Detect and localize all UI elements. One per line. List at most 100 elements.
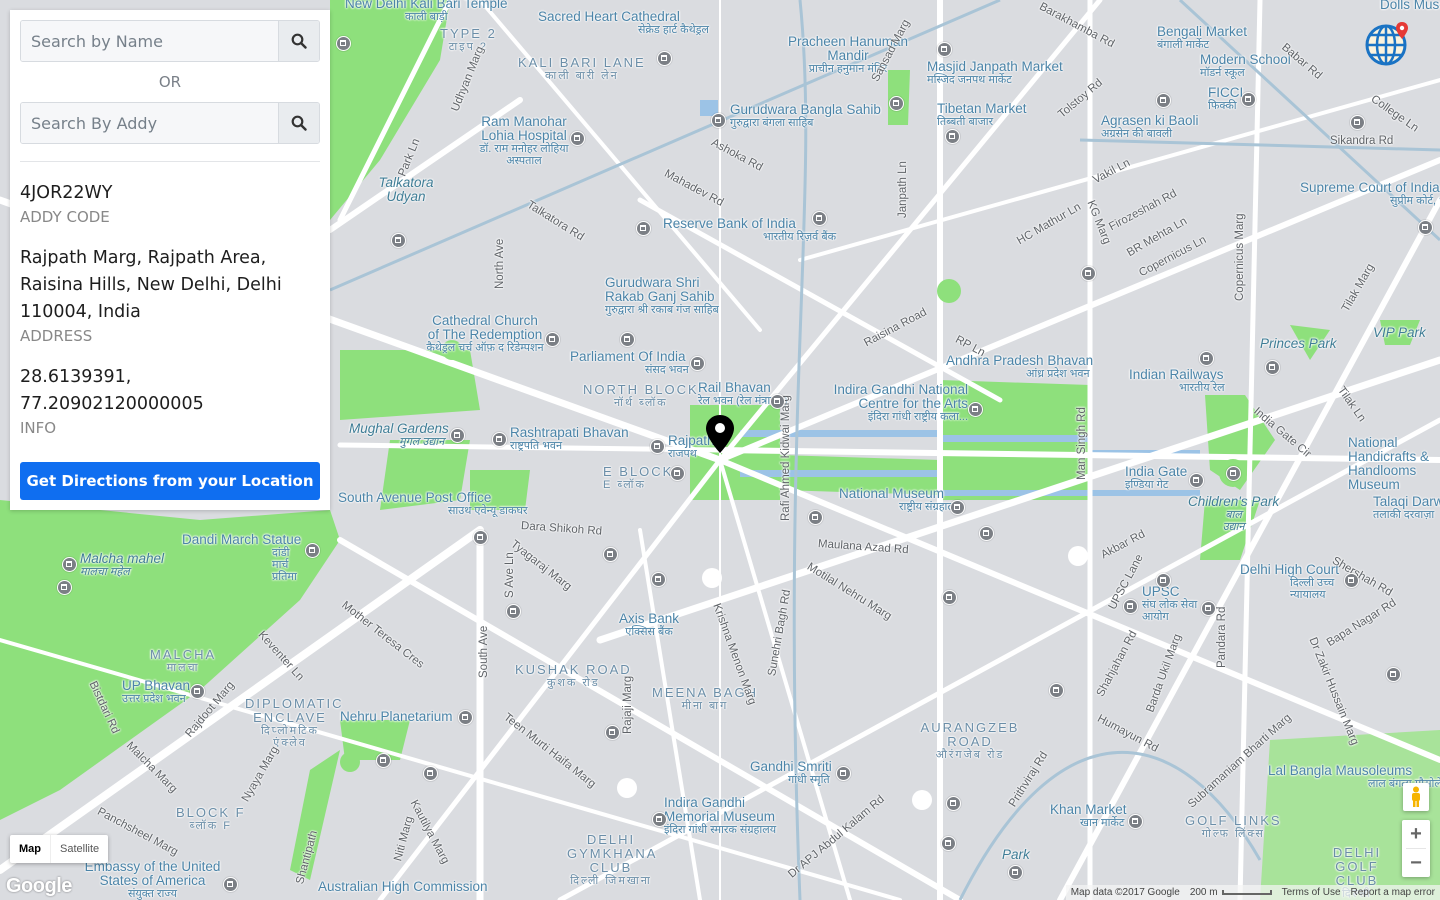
shopping-poi-icon[interactable]	[1201, 601, 1216, 616]
museum-poi-icon[interactable]	[941, 836, 956, 851]
museum-poi-icon[interactable]	[1241, 92, 1256, 107]
museum-poi-icon[interactable]	[1081, 266, 1096, 281]
report-map-error-link[interactable]: Report a map error	[1345, 885, 1440, 900]
museum-poi-icon[interactable]	[1344, 573, 1359, 588]
church-poi-icon[interactable]	[545, 332, 560, 347]
terms-of-use-link[interactable]: Terms of Use	[1276, 885, 1346, 900]
search-icon	[291, 33, 307, 49]
map-type-map-button[interactable]: Map	[10, 835, 50, 863]
location-pin-icon[interactable]	[705, 414, 735, 454]
museum-poi-icon[interactable]	[492, 432, 507, 447]
gurudwara-poi-icon[interactable]	[711, 113, 726, 128]
map-label: Bengali Market बंगाली मार्केट	[1157, 24, 1248, 52]
map-label: Dandi March Statue दांडी मार्च प्रतिमा	[182, 532, 302, 584]
road-label: Rajaji Marg	[622, 675, 634, 734]
landmark-poi-icon[interactable]	[650, 439, 665, 454]
search-by-addy-input[interactable]	[21, 103, 278, 143]
post-office-poi-icon[interactable]	[473, 530, 488, 545]
map-label: India Gate इण्डिया गेट	[1125, 464, 1188, 492]
shopping-poi-icon[interactable]	[945, 129, 960, 144]
landmark-poi-icon[interactable]	[636, 221, 651, 236]
globe-pin-icon[interactable]	[1364, 20, 1414, 68]
temple-poi-icon[interactable]	[336, 36, 351, 51]
museum-poi-icon[interactable]	[376, 753, 391, 768]
address-value: Rajpath Marg, Rajpath Area, Raisina Hill…	[20, 248, 282, 322]
museum-poi-icon[interactable]	[190, 684, 205, 699]
road-label: Janpath Ln	[897, 161, 909, 218]
map-type-satellite-button[interactable]: Satellite	[50, 835, 108, 863]
museum-poi-icon[interactable]	[1156, 93, 1171, 108]
park-poi-icon[interactable]	[1008, 865, 1023, 880]
road-label: Pandara Rd	[1216, 606, 1228, 668]
landmark-poi-icon[interactable]	[506, 604, 521, 619]
museum-poi-icon[interactable]	[423, 766, 438, 781]
map-label: Australian High Commission	[318, 879, 488, 894]
hotel-poi-icon[interactable]	[1049, 683, 1064, 698]
zoom-out-button[interactable]: −	[1402, 849, 1430, 877]
gurudwara-poi-icon[interactable]	[620, 332, 635, 347]
get-directions-button[interactable]: Get Directions from your Location	[20, 462, 320, 500]
map-label: Dolls Museum	[1380, 0, 1440, 12]
search-by-name-button[interactable]	[278, 21, 319, 61]
map-label: New Delhi Kali Bari Temple काली बाड़ी	[345, 0, 508, 23]
road-label: Rafi Ahmed Kidwai Marg	[780, 395, 792, 521]
monument-poi-icon[interactable]	[1189, 473, 1204, 488]
hospital-poi-icon[interactable]	[605, 725, 620, 740]
museum-poi-icon[interactable]	[1123, 599, 1138, 614]
landmark-poi-icon[interactable]	[1418, 220, 1433, 235]
museum-poi-icon[interactable]	[836, 766, 851, 781]
road-label: North Ave	[494, 238, 506, 289]
map-label: Sacred Heart Cathedral सेक्रेड हार्ट कैथे…	[538, 9, 709, 37]
search-by-name-input[interactable]	[21, 21, 278, 61]
gurudwara-poi-icon[interactable]	[889, 96, 904, 111]
map-label: Malcha mahel मालचा महेल	[80, 551, 165, 579]
museum-poi-icon[interactable]	[651, 572, 666, 587]
parliament-poi-icon[interactable]	[690, 356, 705, 371]
museum-poi-icon[interactable]	[946, 796, 961, 811]
map-label: Cathedral Church of The Redemption कैथेड्…	[426, 313, 544, 355]
map-type-control: Map Satellite	[10, 835, 109, 863]
planetarium-poi-icon[interactable]	[458, 710, 473, 725]
museum-poi-icon[interactable]	[652, 812, 667, 827]
church-poi-icon[interactable]	[657, 51, 672, 66]
bank-poi-icon[interactable]	[812, 211, 827, 226]
museum-poi-icon[interactable]	[57, 580, 72, 595]
scale-indicator[interactable]: 200 m	[1184, 885, 1277, 900]
statue-poi-icon[interactable]	[305, 543, 320, 558]
school-poi-icon[interactable]	[1350, 115, 1365, 130]
shopping-poi-icon[interactable]	[1128, 814, 1143, 829]
map-label: Gurudwara Shri Rakab Ganj Sahib गुरुद्वार…	[605, 275, 719, 317]
search-by-addy-button[interactable]	[278, 103, 319, 143]
addy-code-value: 4JOR22WY	[20, 183, 113, 203]
govt-poi-icon[interactable]	[670, 466, 685, 481]
bank-poi-icon[interactable]	[603, 547, 618, 562]
museum-poi-icon[interactable]	[808, 510, 823, 525]
garden-poi-icon[interactable]	[450, 428, 465, 443]
map-label: KALI BARI LANE काली बारी लेन	[518, 55, 646, 83]
museum-poi-icon[interactable]	[942, 590, 957, 605]
govt-poi-icon[interactable]	[770, 394, 785, 409]
street-view-pegman-button[interactable]	[1403, 783, 1429, 811]
map-data-attribution: Map data ©2017 Google	[1065, 885, 1185, 900]
park-poi-icon[interactable]	[1386, 667, 1401, 682]
map-label: MALCHA मालचा	[150, 647, 217, 675]
museum-poi-icon[interactable]	[1265, 360, 1280, 375]
zoom-in-button[interactable]: +	[1402, 820, 1430, 848]
map-label: Pracheen Hanuman Mandir प्राचीन हनुमान मं…	[787, 34, 909, 76]
map-label: Park	[1002, 847, 1030, 862]
museum-poi-icon[interactable]	[1156, 573, 1171, 588]
hospital-poi-icon[interactable]	[570, 131, 585, 146]
mosque-poi-icon[interactable]	[937, 42, 952, 57]
museum-poi-icon[interactable]	[1199, 351, 1214, 366]
info-caption: INFO	[20, 419, 57, 437]
map-label: Ram Manohar Lohia Hospital डॉ. राम मनोहर …	[479, 114, 569, 168]
park-poi-icon[interactable]	[62, 557, 77, 572]
landmark-poi-icon[interactable]	[1226, 466, 1241, 481]
arts-poi-icon[interactable]	[968, 402, 983, 417]
museum-poi-icon[interactable]	[950, 500, 965, 515]
landmark-poi-icon[interactable]	[979, 526, 994, 541]
embassy-poi-icon[interactable]	[223, 877, 238, 892]
museum-poi-icon[interactable]	[391, 233, 406, 248]
map-label: Modern School मॉडर्न स्कूल	[1200, 52, 1291, 80]
google-logo: Google	[6, 875, 72, 897]
